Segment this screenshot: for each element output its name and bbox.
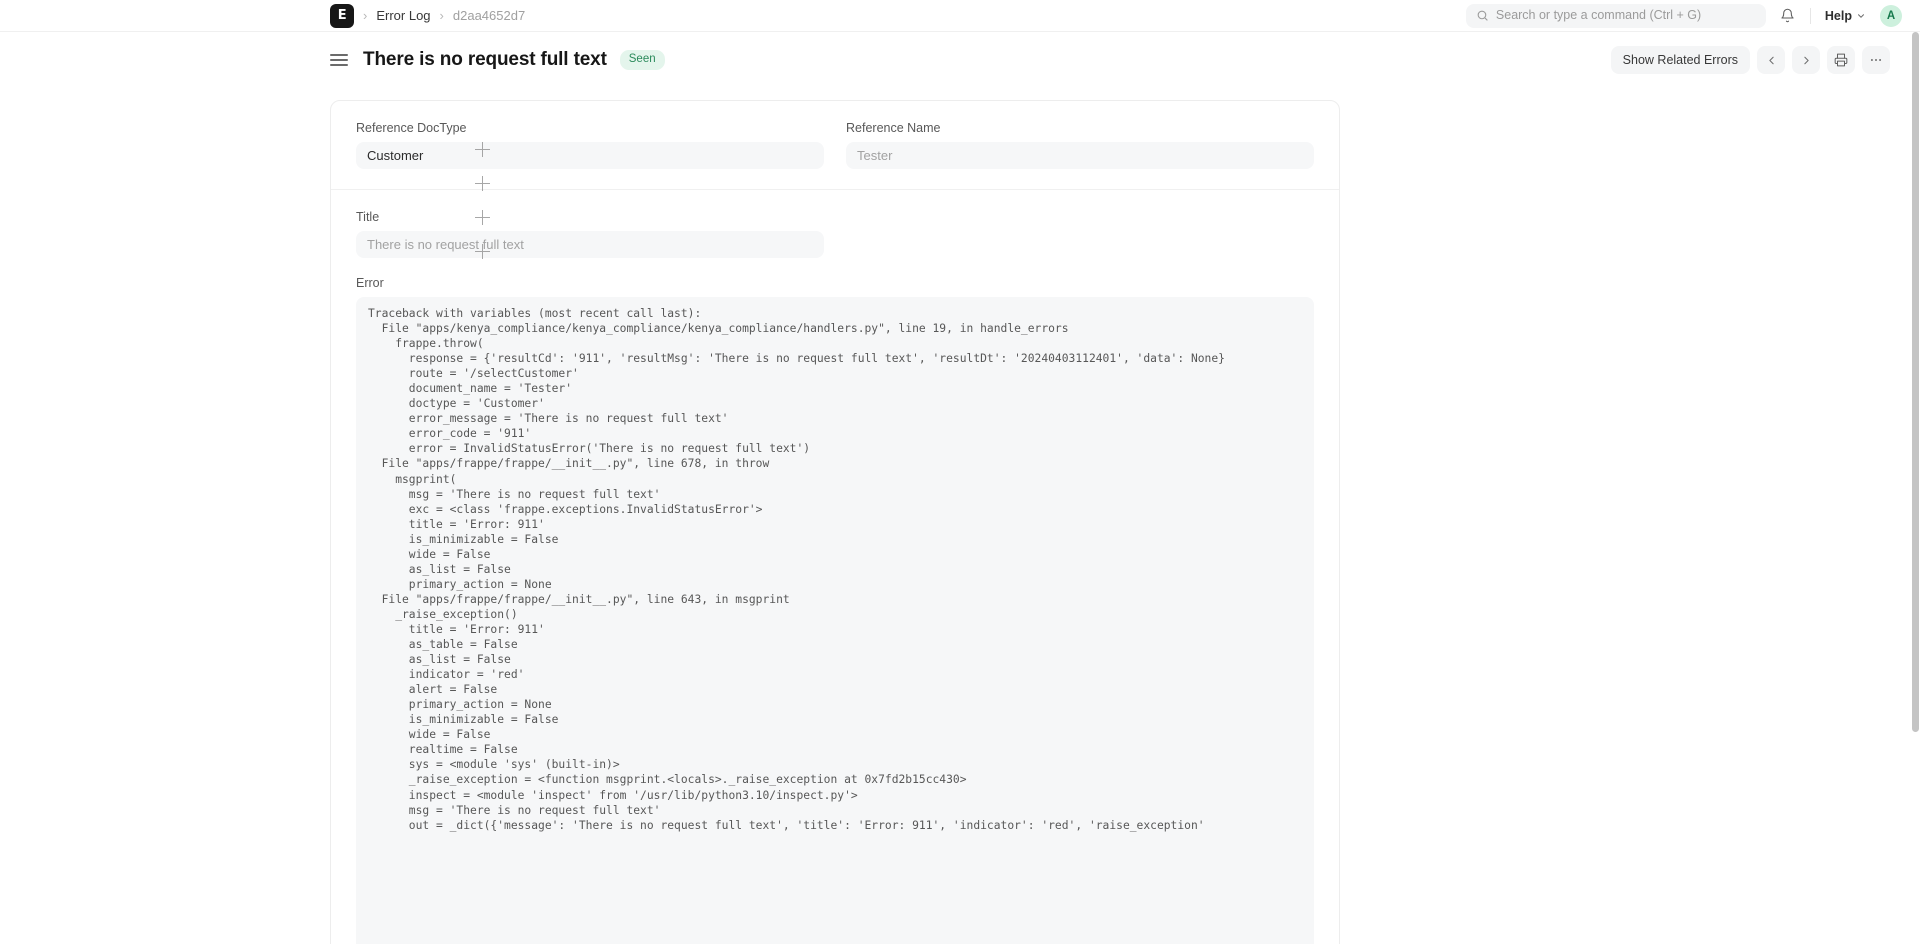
field-reference-doctype: Reference DocType Customer — [356, 121, 824, 169]
title-input[interactable]: There is no request full text — [356, 231, 824, 258]
add-share-icon[interactable] — [475, 243, 490, 259]
error-label: Error — [356, 276, 384, 290]
breadcrumb-item-error-log[interactable]: Error Log — [376, 9, 430, 22]
reference-name-label: Reference Name — [846, 121, 941, 135]
search-icon — [1476, 9, 1489, 22]
bell-icon — [1780, 8, 1795, 23]
next-document-button[interactable] — [1792, 46, 1820, 74]
breadcrumb-separator: › — [439, 8, 444, 23]
printer-icon — [1834, 53, 1848, 67]
page-title: There is no request full text — [363, 49, 607, 70]
navbar-divider — [1809, 7, 1811, 24]
scrollbar-thumb[interactable] — [1912, 32, 1919, 732]
navbar-right-group: Search or type a command (Ctrl + G) Help… — [1465, 3, 1902, 28]
top-navbar: E › Error Log › d2aa4652d7 Search or typ… — [0, 0, 1920, 32]
field-reference-name: Reference Name Tester — [846, 121, 1314, 169]
chevron-right-icon — [1800, 54, 1813, 67]
page-header: There is no request full text Seen Show … — [0, 32, 1920, 88]
search-placeholder: Search or type a command (Ctrl + G) — [1495, 8, 1702, 23]
page-header-actions: Show Related Errors — [1610, 46, 1890, 74]
help-menu-button[interactable]: Help — [1821, 7, 1870, 25]
document-form-card: Reference DocType Customer Reference Nam… — [330, 100, 1340, 944]
reference-doctype-input[interactable]: Customer — [356, 142, 824, 169]
more-options-button[interactable] — [1862, 46, 1890, 74]
reference-name-input[interactable]: Tester — [846, 142, 1314, 169]
page-body: Assigned To Attachments Tags — [0, 88, 1920, 944]
status-badge: Seen — [619, 50, 665, 70]
document-sidebar: Assigned To Attachments Tags — [0, 88, 490, 444]
field-error: Error Traceback with variables (most rec… — [356, 276, 1314, 944]
document-main: Reference DocType Customer Reference Nam… — [330, 88, 1920, 944]
previous-document-button[interactable] — [1757, 46, 1785, 74]
avatar[interactable]: A — [1880, 4, 1902, 27]
search-input[interactable]: Search or type a command (Ctrl + G) — [1465, 3, 1766, 28]
notifications-button[interactable] — [1776, 4, 1800, 28]
sidebar-toggle-icon[interactable] — [330, 54, 348, 66]
help-label: Help — [1824, 8, 1852, 23]
show-related-errors-button[interactable]: Show Related Errors — [1610, 46, 1750, 74]
chevron-down-icon — [1856, 11, 1866, 21]
error-traceback[interactable]: Traceback with variables (most recent ca… — [356, 297, 1314, 944]
add-assignment-icon[interactable] — [475, 141, 490, 157]
add-tag-icon[interactable] — [475, 209, 490, 225]
page-scrollbar[interactable] — [1911, 32, 1920, 944]
form-section-details: Title There is no request full text Erro… — [331, 189, 1339, 944]
ellipsis-icon — [1869, 53, 1883, 67]
field-title: Title There is no request full text — [356, 210, 1314, 258]
breadcrumb-item-document-id[interactable]: d2aa4652d7 — [453, 9, 525, 22]
breadcrumb: E › Error Log › d2aa4652d7 — [0, 3, 525, 28]
chevron-left-icon — [1765, 54, 1778, 67]
title-label: Title — [356, 210, 380, 224]
add-attachment-icon[interactable] — [475, 175, 490, 191]
app-logo[interactable]: E — [330, 3, 354, 28]
reference-doctype-label: Reference DocType — [356, 121, 467, 135]
breadcrumb-separator: › — [363, 8, 368, 23]
print-button[interactable] — [1827, 46, 1855, 74]
